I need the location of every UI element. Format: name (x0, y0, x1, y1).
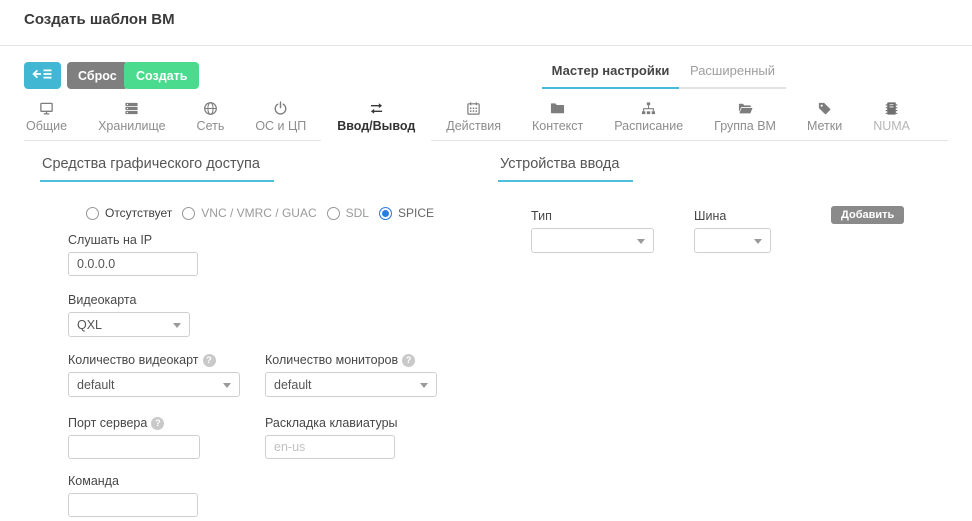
tab-label: Ввод/Вывод (337, 119, 415, 133)
memory-chip-icon (884, 101, 899, 116)
create-vm-template-page: Создать шаблон ВМ Сброс Создать Мастер н… (0, 0, 972, 521)
help-icon[interactable]: ? (151, 417, 164, 430)
reset-button[interactable]: Сброс (67, 62, 128, 89)
radio-label: VNC / VMRC / GUAC (201, 206, 316, 220)
video-count-select[interactable]: default (68, 372, 240, 397)
input-devices-section-title: Устройства ввода (498, 156, 633, 182)
desktop-icon (39, 101, 54, 116)
tab-schedule[interactable]: Расписание (612, 99, 685, 140)
monitor-count-select[interactable]: default (265, 372, 437, 397)
tab-label: Общие (26, 119, 67, 133)
folder-icon (550, 101, 565, 116)
command-label: Команда (68, 474, 480, 488)
tab-wizard[interactable]: Мастер настройки (542, 63, 679, 89)
tab-storage[interactable]: Хранилище (96, 99, 168, 140)
calendar-icon (466, 101, 481, 116)
radio-icon (379, 207, 392, 220)
device-type-select[interactable] (531, 228, 654, 253)
selected-value: QXL (77, 318, 102, 332)
monitor-count-label: Количество мониторов ? (265, 353, 437, 367)
graphics-section: Средства графического доступа Отсутствуе… (40, 155, 480, 517)
radio-icon (327, 207, 340, 220)
globe-icon (203, 101, 218, 116)
tab-os-cpu[interactable]: ОС и ЦП (253, 99, 308, 140)
back-to-list-button[interactable] (24, 62, 61, 89)
tab-label: Группа ВМ (714, 119, 776, 133)
tab-label: ОС и ЦП (255, 119, 306, 133)
video-card-label: Видеокарта (68, 293, 480, 307)
radio-none[interactable]: Отсутствует (86, 206, 172, 220)
tab-advanced[interactable]: Расширенный (679, 63, 786, 89)
keymap-input[interactable] (265, 435, 395, 459)
tab-label: Контекст (532, 119, 583, 133)
create-button[interactable]: Создать (124, 62, 199, 89)
sitemap-icon (641, 101, 656, 116)
help-icon[interactable]: ? (203, 354, 216, 367)
storage-icon (124, 101, 139, 116)
tab-context[interactable]: Контекст (530, 99, 585, 140)
radio-sdl[interactable]: SDL (327, 206, 369, 220)
selected-value: default (77, 378, 115, 392)
radio-label: SDL (346, 206, 369, 220)
device-type-label: Тип (531, 209, 654, 223)
tab-label: Метки (807, 119, 842, 133)
tab-label: Хранилище (98, 119, 166, 133)
listen-ip-label: Слушать на IP (68, 233, 480, 247)
tab-label: Действия (446, 119, 501, 133)
server-port-input[interactable] (68, 435, 200, 459)
radio-spice[interactable]: SPICE (379, 206, 434, 220)
help-icon[interactable]: ? (402, 354, 415, 367)
power-icon (273, 101, 288, 116)
tab-label: Сеть (197, 119, 225, 133)
graphics-type-radio-group: Отсутствует VNC / VMRC / GUAC SDL SPICE (40, 206, 480, 220)
tab-vm-group[interactable]: Группа ВМ (712, 99, 778, 140)
page-title: Создать шаблон ВМ (24, 11, 175, 28)
keymap-label: Раскладка клавиатуры (265, 416, 398, 430)
graphics-section-title: Средства графического доступа (40, 156, 274, 182)
tag-icon (817, 101, 832, 116)
folder-open-icon (738, 101, 753, 116)
video-count-label: Количество видеокарт ? (68, 353, 240, 367)
radio-label: Отсутствует (105, 206, 172, 220)
radio-icon (182, 207, 195, 220)
tab-label: Расписание (614, 119, 683, 133)
tab-network[interactable]: Сеть (195, 99, 227, 140)
wizard-mode-tabs: Мастер настройки Расширенный (542, 63, 786, 89)
radio-label: SPICE (398, 206, 434, 220)
swap-arrows-icon (369, 101, 384, 116)
tab-actions[interactable]: Действия (444, 99, 503, 140)
header-divider (0, 45, 972, 46)
server-port-label: Порт сервера ? (68, 416, 240, 430)
tab-input-output[interactable]: Ввод/Вывод (335, 99, 417, 140)
tab-general[interactable]: Общие (24, 99, 69, 140)
tab-labels[interactable]: Метки (805, 99, 844, 140)
radio-vnc[interactable]: VNC / VMRC / GUAC (182, 206, 316, 220)
listen-ip-input[interactable] (68, 252, 198, 276)
input-devices-section: Устройства ввода Тип Шина Добавить (498, 155, 948, 295)
device-bus-label: Шина (694, 209, 771, 223)
settings-tabbar: Общие Хранилище Сеть ОС и ЦП (24, 99, 948, 141)
video-card-select[interactable]: QXL (68, 312, 190, 337)
tab-numa[interactable]: NUMA (871, 99, 912, 140)
command-input[interactable] (68, 493, 198, 517)
tab-label: NUMA (873, 119, 910, 133)
add-device-button[interactable]: Добавить (831, 206, 904, 224)
radio-icon (86, 207, 99, 220)
back-to-list-icon (32, 67, 53, 84)
device-bus-select[interactable] (694, 228, 771, 253)
selected-value: default (274, 378, 312, 392)
